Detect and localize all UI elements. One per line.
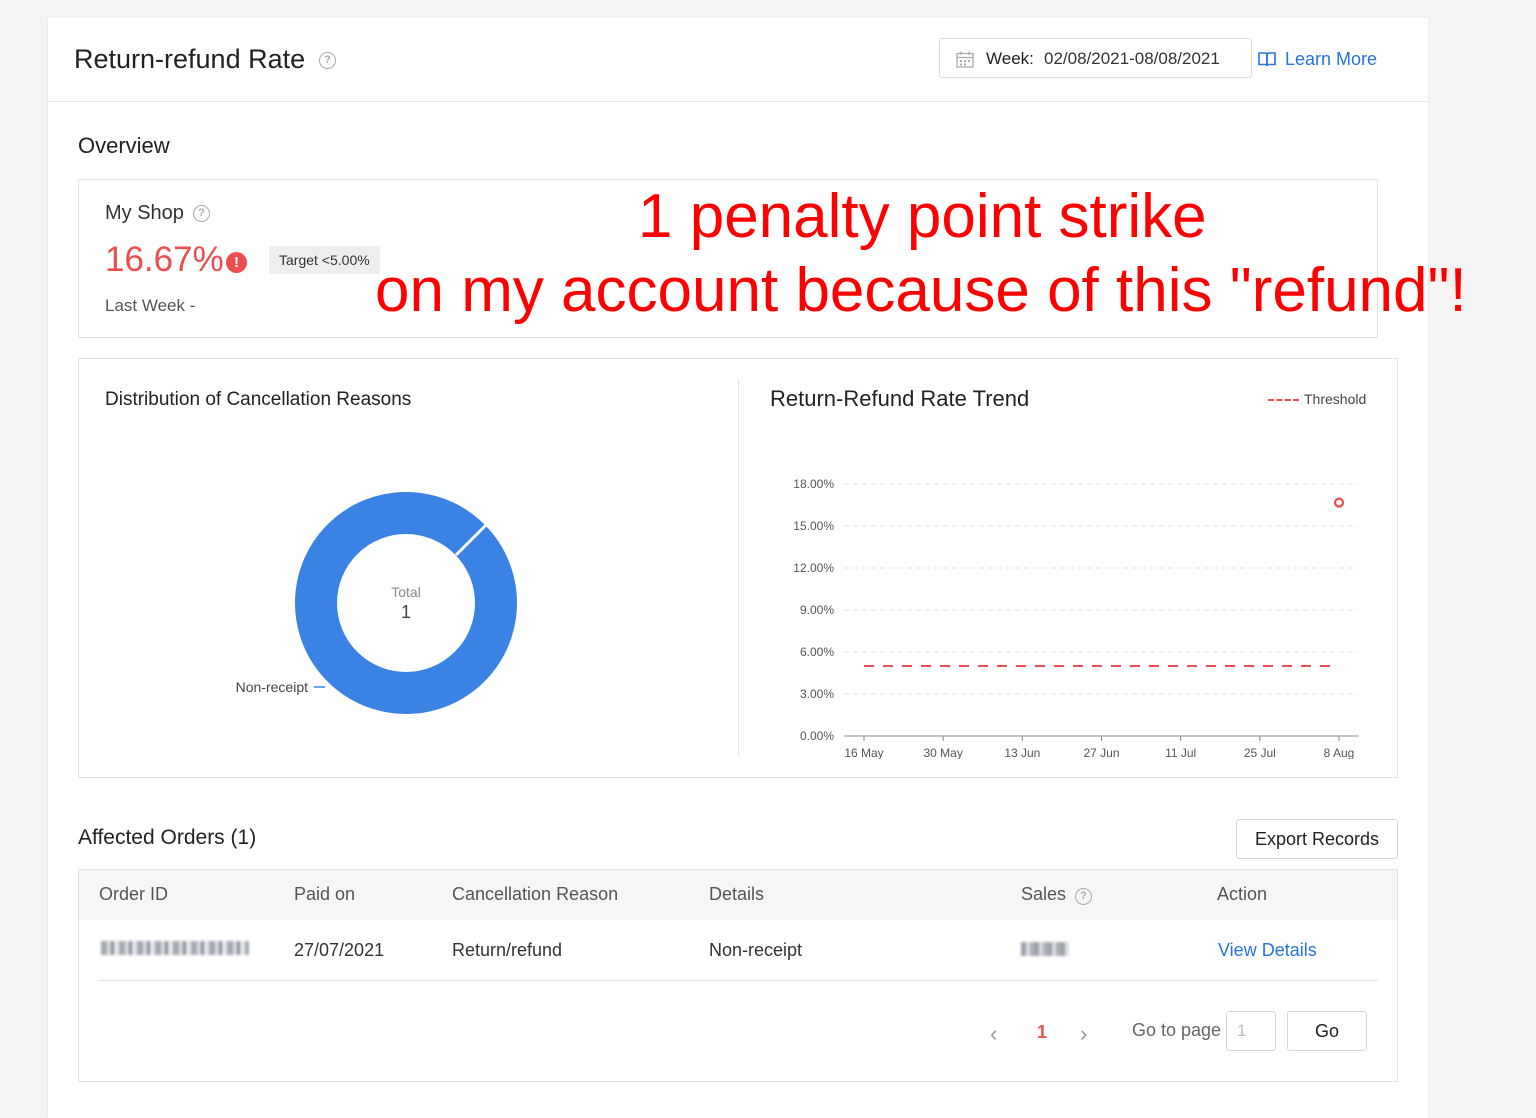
page-title: Return-refund Rate ? — [74, 44, 336, 75]
y-tick-label: 18.00% — [793, 477, 834, 491]
legend-threshold-label: Threshold — [1304, 391, 1367, 407]
y-tick-label: 3.00% — [800, 687, 834, 701]
help-icon[interactable]: ? — [319, 52, 336, 69]
data-point — [1333, 497, 1345, 508]
affected-orders-title: Affected Orders (1) — [78, 826, 257, 849]
order-id-redacted — [101, 941, 249, 955]
x-tick-label: 27 Jun — [1083, 746, 1119, 759]
y-tick-label: 12.00% — [793, 561, 834, 575]
help-icon[interactable]: ? — [1075, 888, 1093, 905]
book-icon — [1258, 52, 1276, 67]
week-picker[interactable]: Week: 02/08/2021-08/08/2021 — [939, 38, 1252, 78]
learn-more-label[interactable]: Learn More — [1285, 49, 1377, 69]
pager-prev-icon[interactable]: ‹ — [990, 1021, 997, 1047]
my-shop-label-text: My Shop — [105, 202, 184, 224]
goto-page-input[interactable] — [1226, 1011, 1276, 1051]
distribution-title: Distribution of Cancellation Reasons — [105, 389, 412, 410]
target-badge: Target <5.00% — [269, 246, 380, 274]
table-row: 27/07/2021 Return/refund Non-receipt Vie… — [79, 920, 1397, 980]
col-paid-on: Paid on — [294, 884, 356, 904]
page-header: Return-refund Rate ? Week: 02/08/2021-08… — [48, 18, 1428, 102]
col-sales: Sales ? — [1021, 884, 1093, 906]
col-order-id: Order ID — [99, 884, 169, 904]
pager-next-icon[interactable]: › — [1080, 1021, 1087, 1047]
y-tick-label: 6.00% — [800, 645, 834, 659]
week-label: Week: — [986, 49, 1034, 68]
calendar-icon — [956, 51, 974, 68]
week-value: 02/08/2021-08/08/2021 — [1044, 49, 1220, 68]
col-cancellation-reason: Cancellation Reason — [452, 884, 619, 904]
my-shop-label: My Shop ? — [105, 202, 210, 225]
alert-icon: ! — [226, 252, 247, 273]
x-tick-label: 25 Jul — [1244, 746, 1276, 759]
cell-paid-on: 27/07/2021 — [294, 940, 385, 960]
help-icon[interactable]: ? — [193, 205, 210, 222]
col-sales-label: Sales — [1021, 884, 1067, 904]
table-header: Order ID Paid on Cancellation Reason Det… — [79, 870, 1397, 920]
x-tick-label: 11 Jul — [1165, 746, 1196, 759]
donut-slice-label: Non-receipt — [236, 679, 308, 695]
row-divider — [99, 980, 1378, 981]
pager-page-current[interactable]: 1 — [1037, 1022, 1047, 1043]
donut-center-label: Total — [391, 584, 421, 600]
last-week-text: Last Week - — [105, 296, 196, 315]
x-tick-label: 13 Jun — [1004, 746, 1040, 759]
overview-heading: Overview — [78, 133, 170, 158]
view-details-link[interactable]: View Details — [1218, 940, 1317, 961]
cell-reason: Return/refund — [452, 940, 563, 960]
trend-legend: Threshold — [1268, 391, 1366, 407]
donut-center-value: 1 — [401, 602, 411, 622]
x-tick-label: 16 May — [844, 746, 883, 759]
charts-panel: Distribution of Cancellation Reasons Tot… — [78, 358, 1398, 778]
trend-title: Return-Refund Rate Trend — [770, 386, 1030, 411]
learn-more-link[interactable]: Learn More — [1258, 49, 1377, 70]
y-tick-label: 15.00% — [793, 519, 834, 533]
rate-value: 16.67% — [105, 240, 224, 279]
goto-page-label: Go to page — [1132, 1020, 1222, 1040]
go-button[interactable]: Go — [1287, 1011, 1367, 1051]
y-tick-label: 0.00% — [800, 729, 834, 743]
my-shop-panel: My Shop ? 16.67% ! Target <5.00% Last We… — [78, 179, 1378, 338]
cell-details: Non-receipt — [709, 940, 803, 960]
page-title-text: Return-refund Rate — [74, 44, 306, 74]
col-details: Details — [709, 884, 765, 904]
donut-chart: Total 1 Non-receipt — [236, 492, 517, 714]
trend-chart: 0.00% 3.00% 6.00% 9.00% 12.00% 15.00% 18.00% 16… — [793, 477, 1359, 759]
y-tick-label: 9.00% — [800, 603, 834, 617]
export-records-button[interactable]: Export Records — [1236, 819, 1398, 859]
col-action: Action — [1217, 884, 1268, 904]
sales-redacted — [1021, 942, 1069, 956]
chart-divider — [738, 379, 739, 756]
legend-threshold-swatch — [1268, 399, 1299, 402]
return-refund-card: Return-refund Rate ? Week: 02/08/2021-08… — [48, 18, 1428, 1118]
orders-table: Order ID Paid on Cancellation Reason Det… — [78, 869, 1398, 1082]
x-tick-label: 30 May — [923, 746, 962, 759]
x-tick-label: 8 Aug — [1324, 746, 1355, 759]
